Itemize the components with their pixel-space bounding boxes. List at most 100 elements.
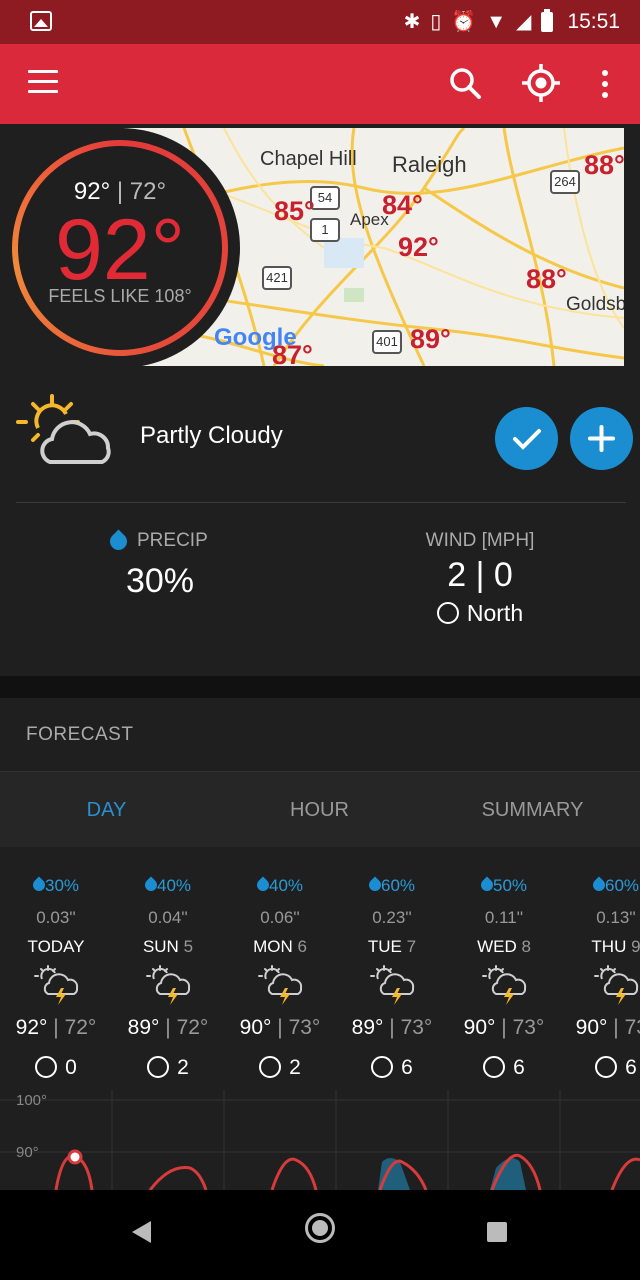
map-city-label: Goldsb — [566, 294, 624, 315]
day-wind: 6 — [560, 1056, 640, 1080]
day-wind: 0 — [0, 1056, 112, 1080]
day-name-text: TUE — [367, 937, 402, 956]
day-precip: 40% — [224, 876, 336, 896]
day-temps: 90° | 73° — [448, 1016, 560, 1040]
partly-cloudy-icon — [16, 394, 111, 464]
day-name: TODAY — [0, 937, 112, 957]
forecast-day[interactable]: 60% 0.23'' TUE 7 89° | 73° 6 — [336, 870, 448, 1080]
feels-like-label: FEELS LIKE — [48, 286, 150, 306]
map-city-label: Raleigh — [392, 152, 467, 177]
temp-separator: | — [607, 1016, 625, 1039]
wind-direction-icon — [371, 1056, 394, 1078]
chart-svg — [0, 1090, 640, 1191]
precip-label: PRECIP — [106, 528, 208, 554]
plus-icon — [588, 425, 615, 452]
temperature-chart: 100° 90° — [0, 1090, 640, 1191]
highway-shield: 421 — [262, 266, 292, 290]
temperature-dial: 92° | 72° 92° FEELS LIKE 108° — [0, 128, 240, 368]
day-temps: 89° | 73° — [336, 1016, 448, 1040]
battery-icon — [541, 9, 554, 32]
forecast-tabs: DAY HOUR SUMMARY — [0, 771, 640, 847]
day-low: 73° — [400, 1016, 433, 1039]
day-low: 73° — [512, 1016, 545, 1039]
day-name: WED 8 — [448, 937, 560, 957]
day-precip-value: 40% — [156, 876, 192, 895]
day-precip-value: 50% — [492, 876, 528, 895]
map-temp: 85° — [274, 196, 315, 226]
map-temp: 84° — [382, 190, 423, 220]
add-location-button[interactable] — [570, 407, 633, 470]
day-name: SUN 5 — [112, 937, 224, 957]
day-wind: 6 — [336, 1056, 448, 1080]
day-number: 7 — [406, 937, 417, 956]
day-precip-amount: 0.04'' — [148, 908, 188, 927]
day-precip-amount: 0.06'' — [260, 908, 300, 927]
chart-axis-label: 100° — [16, 1092, 48, 1109]
day-precip-amount: 0.03'' — [36, 908, 76, 927]
day-precip: 60% — [336, 876, 448, 896]
map-temp: 88° — [526, 264, 567, 294]
system-nav-bar — [0, 1190, 640, 1280]
day-number: 8 — [521, 937, 531, 956]
day-precip-amount: 0.11'' — [484, 908, 524, 927]
map-city-label: Chapel Hill — [260, 148, 357, 170]
day-name-text: MON — [253, 937, 293, 956]
section-gap — [0, 676, 640, 698]
tab-hour[interactable]: HOUR — [213, 772, 426, 848]
chart-axis-label: 90° — [16, 1144, 39, 1161]
day-temps: 89° | 72° — [112, 1016, 224, 1040]
map-temp: 89° — [410, 324, 451, 354]
signal-icon: ◢ — [516, 11, 532, 33]
thunderstorm-icon — [258, 964, 306, 1006]
day-wind-speed: 2 — [289, 1056, 301, 1079]
day-wind-speed: 0 — [65, 1056, 77, 1079]
day-precip-value: 60% — [380, 876, 416, 895]
day-high: 89° — [127, 1016, 160, 1039]
feels-like: FEELS LIKE 108° — [0, 286, 240, 307]
highway-shield: 264 — [550, 170, 580, 194]
wifi-icon: ▼ — [486, 11, 507, 33]
search-icon[interactable] — [446, 64, 486, 104]
day-precip-amount: 0.23'' — [372, 908, 412, 927]
confirm-location-button[interactable] — [495, 407, 558, 470]
menu-icon[interactable] — [28, 70, 60, 96]
compass-icon — [436, 602, 459, 624]
wind-direction-text: North — [466, 600, 524, 626]
day-name: THU 9 — [560, 937, 640, 957]
day-name: TUE 7 — [336, 937, 448, 957]
home-icon[interactable] — [305, 1213, 335, 1243]
tab-day[interactable]: DAY — [0, 772, 213, 848]
forecast-day[interactable]: 40% 0.06'' MON 6 90° | 73° 2 — [224, 870, 336, 1080]
more-options-icon[interactable] — [590, 64, 620, 104]
day-number: 5 — [183, 937, 194, 956]
thunderstorm-icon — [594, 964, 640, 1006]
wind-direction: North — [320, 600, 640, 627]
app-bar — [0, 44, 640, 124]
forecast-day[interactable]: 50% 0.11'' WED 8 90° | 73° 6 — [448, 870, 560, 1080]
day-name-text: WED — [477, 937, 517, 956]
divider — [16, 502, 626, 503]
wind-direction-icon — [483, 1056, 506, 1078]
day-low: 73° — [288, 1016, 321, 1039]
day-precip-value: 30% — [44, 876, 80, 895]
precip-label-text: PRECIP — [137, 530, 208, 551]
forecast-day[interactable]: 40% 0.04'' SUN 5 89° | 72° 2 — [112, 870, 224, 1080]
recent-apps-icon[interactable] — [487, 1222, 507, 1242]
day-name-text: TODAY — [27, 937, 85, 956]
wind-label: WIND [MPH] — [425, 530, 535, 551]
condition-text: Partly Cloudy — [140, 422, 283, 449]
tab-summary[interactable]: SUMMARY — [426, 772, 639, 848]
day-wind-speed: 6 — [401, 1056, 413, 1079]
day-precip: 30% — [0, 876, 112, 896]
day-number: 6 — [297, 937, 307, 956]
forecast-day[interactable]: 60% 0.13'' THU 9 90° | 73° 6 — [560, 870, 640, 1080]
day-high: 89° — [351, 1016, 384, 1039]
raindrop-icon — [106, 528, 131, 554]
vibrate-icon: ▯ — [430, 11, 442, 33]
temp-separator: | — [159, 1016, 177, 1039]
back-icon[interactable] — [132, 1221, 151, 1243]
forecast-title: FORECAST — [26, 724, 134, 745]
my-location-icon[interactable] — [520, 62, 562, 104]
forecast-day[interactable]: 30% 0.03'' TODAY 92° | 72° 0 — [0, 870, 112, 1080]
day-temps: 92° | 72° — [0, 1016, 112, 1040]
